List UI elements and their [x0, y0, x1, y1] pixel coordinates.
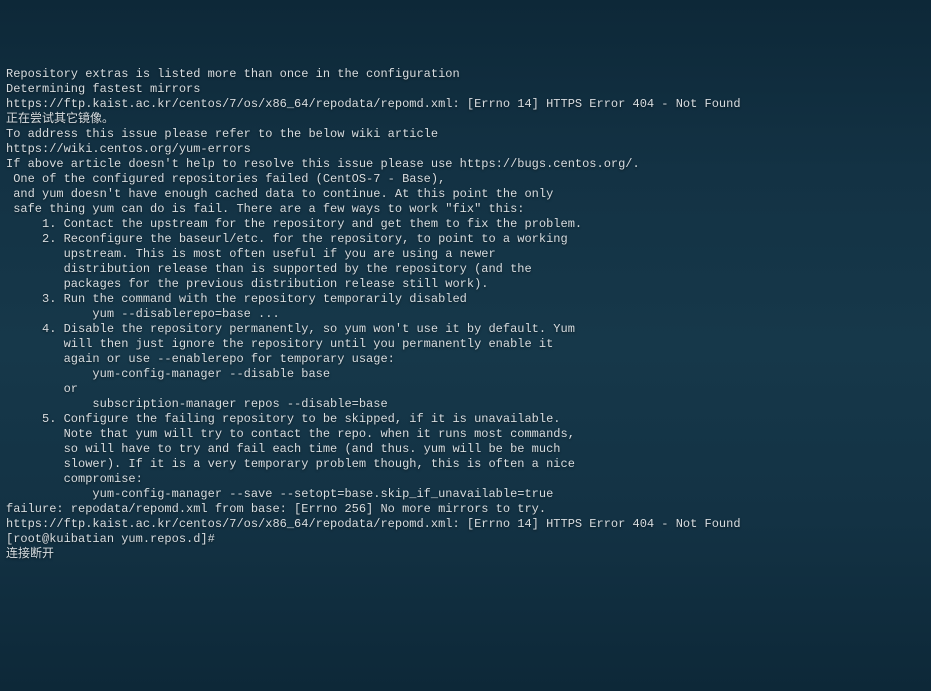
terminal-line: To address this issue please refer to th…	[6, 127, 925, 142]
terminal-line: failure: repodata/repomd.xml from base: …	[6, 502, 925, 517]
terminal-line: 1. Contact the upstream for the reposito…	[6, 217, 925, 232]
terminal-line: 5. Configure the failing repository to b…	[6, 412, 925, 427]
terminal-line: yum-config-manager --disable base	[6, 367, 925, 382]
terminal-line: 2. Reconfigure the baseurl/etc. for the …	[6, 232, 925, 247]
terminal-line: One of the configured repositories faile…	[6, 172, 925, 187]
terminal-line: safe thing yum can do is fail. There are…	[6, 202, 925, 217]
terminal-line: 4. Disable the repository permanently, s…	[6, 322, 925, 337]
terminal-line: yum-config-manager --save --setopt=base.…	[6, 487, 925, 502]
terminal-line: so will have to try and fail each time (…	[6, 442, 925, 457]
terminal-line: distribution release than is supported b…	[6, 262, 925, 277]
terminal-line: 连接断开	[6, 547, 925, 562]
terminal-line: Determining fastest mirrors	[6, 82, 925, 97]
terminal-line: subscription-manager repos --disable=bas…	[6, 397, 925, 412]
terminal-line: If above article doesn't help to resolve…	[6, 157, 925, 172]
terminal-line: yum --disablerepo=base ...	[6, 307, 925, 322]
terminal-line: upstream. This is most often useful if y…	[6, 247, 925, 262]
terminal-line: Note that yum will try to contact the re…	[6, 427, 925, 442]
terminal-line: packages for the previous distribution r…	[6, 277, 925, 292]
terminal-line: or	[6, 382, 925, 397]
terminal-line: and yum doesn't have enough cached data …	[6, 187, 925, 202]
terminal-prompt[interactable]: [root@kuibatian yum.repos.d]#	[6, 532, 925, 547]
terminal-line: https://ftp.kaist.ac.kr/centos/7/os/x86_…	[6, 97, 925, 112]
terminal-line: https://wiki.centos.org/yum-errors	[6, 142, 925, 157]
terminal-line: slower). If it is a very temporary probl…	[6, 457, 925, 472]
terminal-line: https://ftp.kaist.ac.kr/centos/7/os/x86_…	[6, 517, 925, 532]
terminal-line: 正在尝试其它镜像。	[6, 112, 925, 127]
terminal-line: Repository extras is listed more than on…	[6, 67, 925, 82]
terminal-line: again or use --enablerepo for temporary …	[6, 352, 925, 367]
terminal-line: will then just ignore the repository unt…	[6, 337, 925, 352]
terminal-line: 3. Run the command with the repository t…	[6, 292, 925, 307]
terminal-output[interactable]: Repository extras is listed more than on…	[6, 67, 925, 562]
terminal-line: compromise:	[6, 472, 925, 487]
